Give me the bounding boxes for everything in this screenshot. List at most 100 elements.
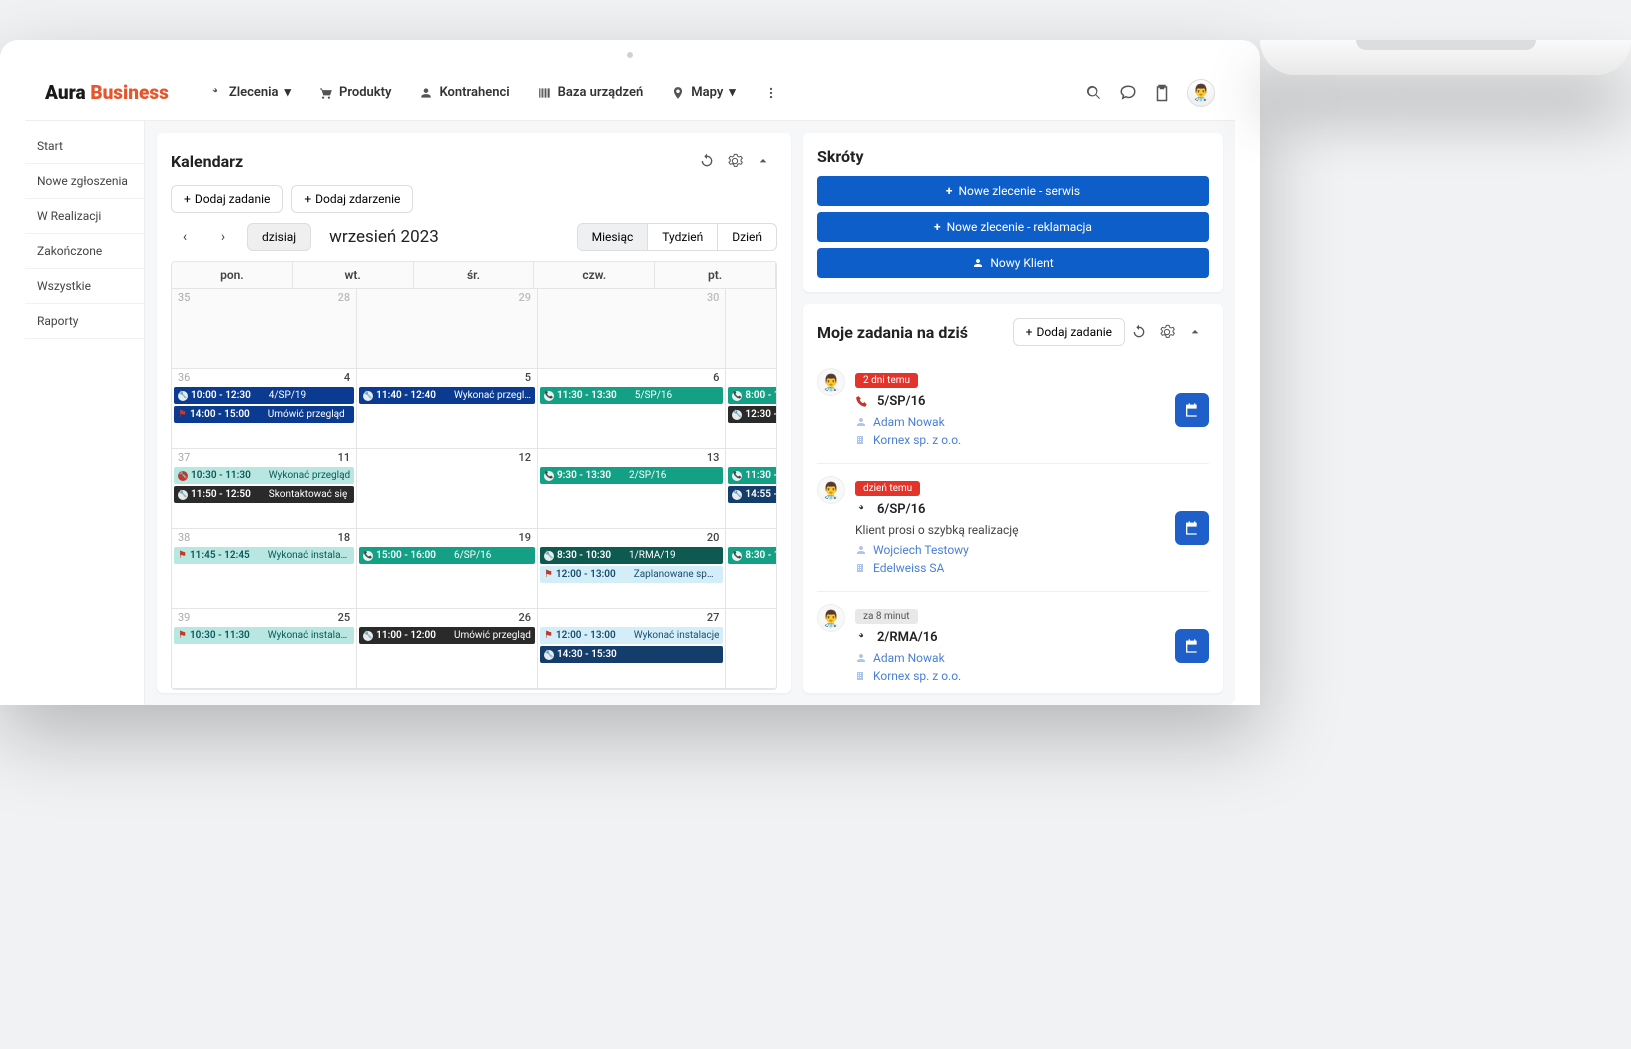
calendar-event[interactable]: 🔧11:00 - 12:00Umówić przegląd — [359, 627, 535, 644]
calendar-event[interactable]: ⚑14:00 - 15:00Umówić przegląd — [174, 406, 354, 423]
nav-more[interactable] — [764, 85, 778, 100]
calendar-event[interactable]: 🔧14:30 - 15:30 — [540, 646, 723, 663]
calendar-cell[interactable]: 19📞15:00 - 16:006/SP/16 — [357, 529, 538, 609]
calendar-event[interactable]: 📞11:30 - 13:301/RMA/19 — [728, 467, 777, 484]
calendar-cell[interactable]: 3818⚑11:45 - 12:45Wykonać instala… — [172, 529, 357, 609]
sidebar-zakonczone[interactable]: Zakończone — [25, 234, 144, 269]
nav-kontrahenci[interactable]: Kontrahenci — [419, 85, 509, 100]
task-badge: 2 dni temu — [855, 373, 918, 388]
calendar-cell[interactable]: 30 — [538, 289, 726, 369]
sidebar-start[interactable]: Start — [25, 129, 144, 164]
topbar: Aura Business Zlecenia▾ Produkty Kontrah… — [25, 65, 1235, 121]
calendar-event[interactable]: ⚑12:00 - 13:00Zaplanowane sp… — [540, 566, 723, 583]
sidebar-raporty[interactable]: Raporty — [25, 304, 144, 339]
chevron-down-icon: ▾ — [284, 85, 291, 100]
calendar-event[interactable]: ⚑12:00 - 13:00Wykonać instalacje — [540, 627, 723, 644]
calendar-cell[interactable]: 13📞9:30 - 13:302/SP/16 — [538, 449, 726, 529]
task-calendar-button[interactable] — [1175, 629, 1209, 663]
calendar-cell[interactable]: 3528 — [172, 289, 357, 369]
shortcut-serwis[interactable]: +Nowe zlecenie - serwis — [817, 176, 1209, 206]
prev-month[interactable]: ‹ — [171, 223, 199, 251]
calendar-cell[interactable]: 27⚑12:00 - 13:00Wykonać instalacje🔧14:30… — [538, 609, 726, 689]
add-event-button[interactable]: + Dodaj zdarzenie — [291, 185, 413, 213]
task-person[interactable]: Adam Nowak — [855, 651, 1165, 665]
task-company[interactable]: Kornex sp. z o.o. — [855, 433, 1165, 447]
refresh-icon[interactable] — [693, 147, 721, 175]
task-calendar-button[interactable] — [1175, 511, 1209, 545]
shortcut-klient[interactable]: Nowy Klient — [817, 248, 1209, 278]
calendar-cell[interactable]: 12 — [357, 449, 538, 529]
task-ref[interactable]: 6/SP/16 — [855, 502, 1165, 517]
sidebar-realizacji[interactable]: W Realizacji — [25, 199, 144, 234]
refresh-icon[interactable] — [1125, 318, 1153, 346]
add-task-button[interactable]: + Dodaj zadanie — [171, 185, 283, 213]
collapse-icon[interactable] — [749, 147, 777, 175]
calendar-grid: pon. wt. śr. czw. pt. 35282930311🔧11:30 … — [171, 261, 777, 690]
calendar-event[interactable]: 🔧10:30 - 11:30Wykonać przegląd — [174, 467, 354, 484]
task-person[interactable]: Adam Nowak — [855, 415, 1165, 429]
task-item: 👨‍⚕️dzień temu6/SP/16Klient prosi o szyb… — [817, 464, 1209, 592]
calendar-cell[interactable]: 26🔧11:00 - 12:00Umówić przegląd — [357, 609, 538, 689]
nav-baza[interactable]: Baza urządzeń — [538, 85, 644, 100]
calendar-cell[interactable]: 29 — [357, 289, 538, 369]
task-item: 👨‍⚕️za 8 minut2/RMA/16Adam NowakKornex s… — [817, 592, 1209, 693]
nav-produkty[interactable]: Produkty — [319, 85, 391, 100]
task-company[interactable]: Kornex sp. z o.o. — [855, 669, 1165, 683]
gear-icon[interactable] — [721, 147, 749, 175]
calendar-event[interactable]: ⚑11:45 - 12:45Wykonać instala… — [174, 547, 354, 564]
collapse-icon[interactable] — [1181, 318, 1209, 346]
calendar-event[interactable]: 🔧11:50 - 12:50Skontaktować się — [174, 486, 354, 503]
sidebar-nowe[interactable]: Nowe zgłoszenia — [25, 164, 144, 199]
task-ref[interactable]: 5/SP/16 — [855, 394, 1165, 409]
task-company[interactable]: Edelweiss SA — [855, 561, 1165, 575]
shortcut-reklamacja[interactable]: +Nowe zlecenie - reklamacja — [817, 212, 1209, 242]
task-avatar: 👨‍⚕️ — [817, 476, 845, 504]
calendar-cell[interactable]: 31 — [726, 289, 777, 369]
tasks-panel: Moje zadania na dziś + Dodaj zadanie 👨‍⚕… — [803, 304, 1223, 693]
calendar-cell[interactable]: 6📞11:30 - 13:305/SP/16 — [538, 369, 726, 449]
calendar-cell[interactable]: 28 — [726, 609, 777, 689]
task-desc: Klient prosi o szybką realizację — [855, 523, 1165, 537]
calendar-event[interactable]: 📞15:00 - 16:006/SP/16 — [359, 547, 535, 564]
calendar-cell[interactable]: 7📞8:00 - 10:006/SP/16🔧12:30 - 13:30 — [726, 369, 777, 449]
calendar-event[interactable]: 🔧10:00 - 12:304/SP/19 — [174, 387, 354, 404]
task-calendar-button[interactable] — [1175, 393, 1209, 427]
chat-icon[interactable] — [1119, 84, 1137, 102]
task-ref[interactable]: 2/RMA/16 — [855, 630, 1165, 645]
task-avatar: 👨‍⚕️ — [817, 368, 845, 396]
calendar-event[interactable]: 🔧12:30 - 13:30 — [728, 406, 777, 423]
gear-icon[interactable] — [1153, 318, 1181, 346]
calendar-cell[interactable]: 21📞8:30 - 10:304/SP/16 — [726, 529, 777, 609]
shortcuts-panel: Skróty +Nowe zlecenie - serwis +Nowe zle… — [803, 133, 1223, 292]
nav-zlecenia[interactable]: Zlecenia▾ — [209, 85, 291, 100]
clipboard-icon[interactable] — [1153, 84, 1171, 102]
calendar-event[interactable]: 📞9:30 - 13:302/SP/16 — [540, 467, 723, 484]
task-person[interactable]: Wojciech Testowy — [855, 543, 1165, 557]
sidebar-wszystkie[interactable]: Wszystkie — [25, 269, 144, 304]
calendar-event[interactable]: 🔧14:55 - 15:551/SP/21 — [728, 486, 777, 503]
user-avatar[interactable]: 👨‍⚕️ — [1187, 79, 1215, 107]
calendar-event[interactable]: 📞11:30 - 13:305/SP/16 — [540, 387, 723, 404]
main-nav: Zlecenia▾ Produkty Kontrahenci Baza urzą… — [209, 85, 1085, 100]
nav-mapy[interactable]: Mapy▾ — [671, 85, 736, 100]
calendar-event[interactable]: ⚑10:30 - 11:30Wykonać instala… — [174, 627, 354, 644]
view-week[interactable]: Tydzień — [648, 224, 718, 250]
calendar-event[interactable]: 📞8:30 - 10:304/SP/16 — [728, 547, 777, 564]
calendar-cell[interactable]: 5🔧11:40 - 12:40Wykonać przegl… — [357, 369, 538, 449]
calendar-cell[interactable]: 3711🔧10:30 - 11:30Wykonać przegląd🔧11:50… — [172, 449, 357, 529]
calendar-event[interactable]: 📞8:00 - 10:006/SP/16 — [728, 387, 777, 404]
calendar-cell[interactable]: 14📞11:30 - 13:301/RMA/19🔧14:55 - 15:551/… — [726, 449, 777, 529]
task-item: 👨‍⚕️ 2 dni temu 5/SP/16 Adam Nowak Kornex sp… — [817, 356, 1209, 464]
view-month[interactable]: Miesiąc — [578, 224, 649, 250]
view-day[interactable]: Dzień — [718, 224, 776, 250]
calendar-event[interactable]: 🔧11:40 - 12:40Wykonać przegl… — [359, 387, 535, 404]
calendar-cell[interactable]: 20🔧8:30 - 10:301/RMA/19⚑12:00 - 13:00Zap… — [538, 529, 726, 609]
search-icon[interactable] — [1085, 84, 1103, 102]
calendar-cell[interactable]: 364🔧10:00 - 12:304/SP/19⚑14:00 - 15:00Um… — [172, 369, 357, 449]
today-button[interactable]: dzisiaj — [247, 223, 311, 251]
next-month[interactable]: › — [209, 223, 237, 251]
calendar-cell[interactable]: 3925⚑10:30 - 11:30Wykonać instala… — [172, 609, 357, 689]
tasks-add-button[interactable]: + Dodaj zadanie — [1013, 318, 1125, 346]
task-badge: za 8 minut — [855, 609, 918, 624]
calendar-event[interactable]: 🔧8:30 - 10:301/RMA/19 — [540, 547, 723, 564]
